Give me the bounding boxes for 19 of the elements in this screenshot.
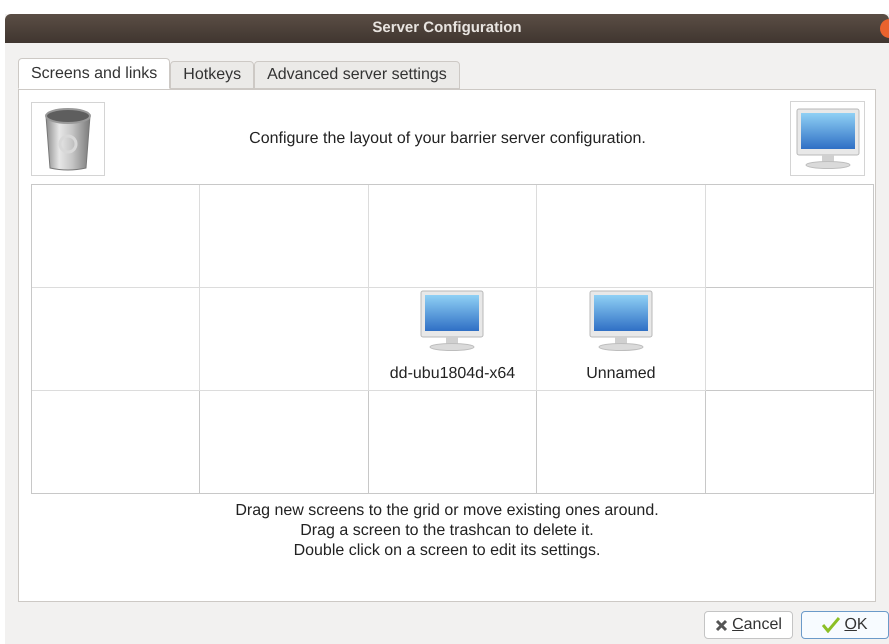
tab[interactable]: Hotkeys: [170, 61, 254, 89]
instruction-text: Double click on a screen to edit its settings.: [294, 541, 600, 561]
ok-button[interactable]: OK: [801, 611, 889, 639]
tab[interactable]: Advanced server settings: [254, 61, 460, 89]
monitor-icon: [796, 108, 860, 170]
monitor-icon: [588, 290, 653, 352]
instruction-text: Drag new screens to the grid or move existing ones around.: [235, 501, 659, 521]
cancel-button[interactable]: Cancel: [704, 611, 793, 639]
screen-name[interactable]: Unnamed: [586, 362, 656, 386]
checkmark-icon: [822, 617, 840, 633]
screen-name[interactable]: dd-ubu1804d-x64: [390, 362, 516, 386]
header-text: Configure the layout of your barrier server configuration.: [249, 128, 646, 148]
trash-icon: [42, 106, 94, 172]
tab[interactable]: Screens and links: [18, 58, 170, 89]
close-icon: [715, 618, 728, 632]
new-screen-button[interactable]: [790, 101, 865, 176]
monitor-icon: [420, 290, 484, 352]
instruction-text: Drag a screen to the trashcan to delete it.: [300, 521, 594, 541]
window-title: Server Configuration: [372, 18, 522, 38]
